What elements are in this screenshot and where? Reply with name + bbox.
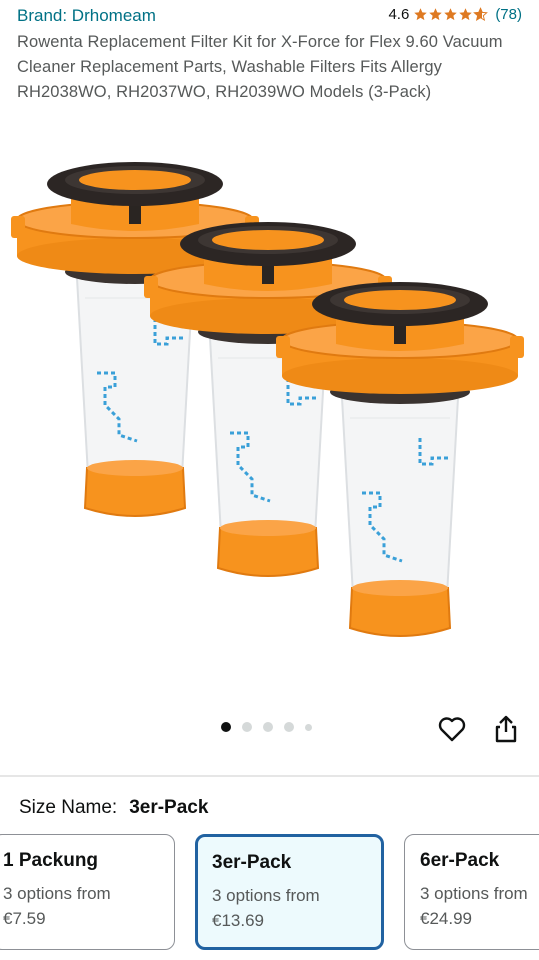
half-star-icon: [473, 7, 489, 22]
product-page: Brand: Drhomeam 4.6 (78) Rowenta Replace…: [0, 0, 539, 960]
carousel-dot-1[interactable]: [221, 722, 231, 732]
star-rating: [413, 7, 489, 22]
carousel-dot-3[interactable]: [263, 722, 273, 732]
option-availability: 3 options from: [420, 884, 528, 903]
rating-summary[interactable]: 4.6 (78): [388, 6, 522, 23]
carousel-dot-5[interactable]: [305, 723, 312, 731]
size-selected-value: 3er-Pack: [129, 797, 209, 818]
share-icon: [495, 715, 517, 743]
product-title: Rowenta Replacement Filter Kit for X-For…: [17, 33, 503, 101]
review-count-link[interactable]: (78): [495, 6, 522, 23]
rating-value: 4.6: [388, 6, 410, 23]
star-icon: [429, 8, 443, 21]
share-button[interactable]: [491, 714, 521, 744]
wishlist-button[interactable]: [437, 714, 467, 744]
filter-illustration: [9, 160, 526, 638]
option-availability: 3 options from: [3, 884, 111, 903]
carousel-dot-2[interactable]: [242, 722, 252, 732]
image-carousel-dots: [221, 722, 312, 732]
option-price: €13.69: [212, 911, 264, 930]
brand-rating-row: Brand: Drhomeam 4.6 (78): [17, 5, 522, 29]
star-icon: [414, 8, 428, 21]
option-3er-pack[interactable]: 3er-Pack 3 options from €13.69: [195, 834, 384, 950]
option-1-packung[interactable]: 1 Packung 3 options from €7.59: [0, 834, 175, 950]
option-price: €7.59: [3, 909, 46, 928]
carousel-dot-4[interactable]: [284, 722, 294, 732]
option-name: 1 Packung: [3, 850, 99, 871]
variation-header: Size Name: 3er-Pack: [19, 797, 208, 819]
star-icon: [444, 8, 458, 21]
option-name: 6er-Pack: [420, 850, 500, 871]
option-price: €24.99: [420, 909, 472, 928]
option-name: 3er-Pack: [212, 852, 292, 873]
size-label: Size Name:: [19, 797, 118, 818]
brand-link[interactable]: Brand: Drhomeam: [17, 6, 156, 26]
product-image[interactable]: [0, 150, 539, 695]
heart-icon: [438, 717, 466, 742]
star-icon: [459, 8, 473, 21]
section-divider: [0, 775, 539, 777]
option-6er-pack[interactable]: 6er-Pack 3 options from €24.99: [404, 834, 539, 950]
option-availability: 3 options from: [212, 886, 320, 905]
